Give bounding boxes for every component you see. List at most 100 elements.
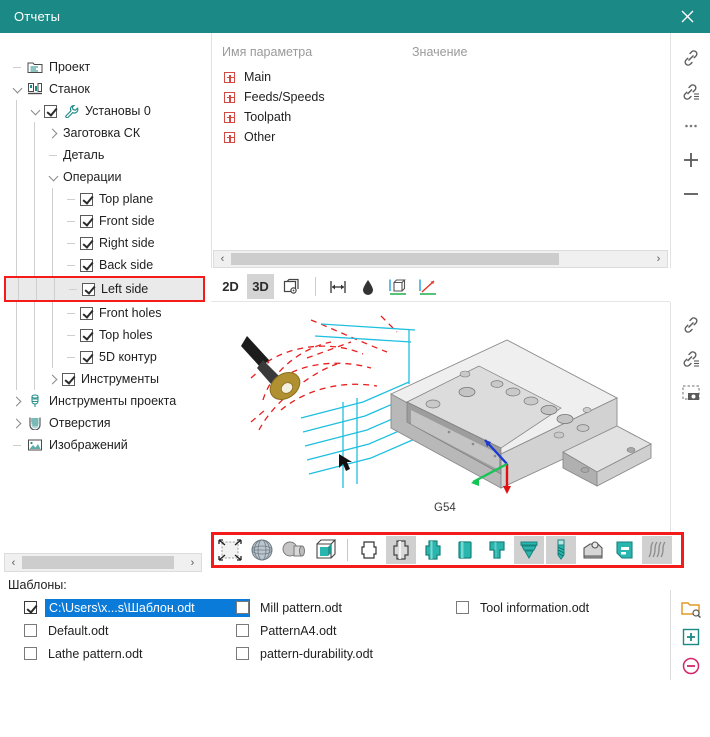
cube-solid-icon[interactable] — [311, 536, 341, 564]
parameter-row[interactable]: Main — [212, 67, 670, 87]
hatch-pattern-icon[interactable] — [642, 536, 672, 564]
tool-teal-icon[interactable] — [418, 536, 448, 564]
stock-wireframe-icon[interactable] — [215, 536, 245, 564]
view-2d-button[interactable]: 2D — [217, 274, 244, 299]
tree-item-операции[interactable]: Операции — [0, 166, 211, 188]
templates-list[interactable]: C:\Users\x...s\Шаблон.odtDefault.odtLath… — [8, 596, 663, 674]
view-coolant-drop-icon[interactable] — [354, 274, 381, 299]
model-viewport[interactable]: G54 — [211, 302, 670, 532]
tree-item-checkbox[interactable] — [44, 105, 57, 118]
tree-item-checkbox[interactable] — [80, 329, 93, 342]
machine-table-icon[interactable] — [610, 536, 640, 564]
tree-expander[interactable] — [44, 173, 62, 182]
add-plus-icon[interactable] — [675, 143, 707, 177]
tree-expander[interactable] — [44, 375, 62, 384]
template-checkbox[interactable] — [24, 624, 37, 637]
tree-item-checkbox[interactable] — [80, 307, 93, 320]
template-list-item[interactable]: pattern-durability.odt — [236, 642, 446, 665]
param-scroll-right-arrow[interactable]: › — [650, 251, 667, 267]
tree-expander[interactable] — [26, 107, 44, 116]
globe-mesh-icon[interactable] — [247, 536, 277, 564]
tree-item-инструменты[interactable]: Инструменты — [0, 368, 211, 390]
template-checkbox[interactable] — [24, 601, 37, 614]
template-list-item[interactable]: Tool information.odt — [456, 596, 666, 619]
tree-expander[interactable] — [8, 85, 26, 94]
template-list-item[interactable]: Lathe pattern.odt — [24, 642, 234, 665]
tree-horizontal-scrollbar[interactable]: ‹ › — [4, 553, 202, 572]
solid-shapes-icon[interactable] — [279, 536, 309, 564]
template-list-item[interactable]: PatternA4.odt — [236, 619, 446, 642]
add-template-icon[interactable] — [676, 623, 706, 652]
tool-taper-icon[interactable] — [482, 536, 512, 564]
tree-item-top-plane[interactable]: Top plane — [0, 188, 211, 210]
link-list-icon[interactable] — [675, 342, 707, 376]
tool-cylinder-icon[interactable] — [450, 536, 480, 564]
tree-item-right-side[interactable]: Right side — [0, 232, 211, 254]
template-checkbox[interactable] — [456, 601, 469, 614]
tree-item-заготовка-ск[interactable]: Заготовка СК — [0, 122, 211, 144]
tree-item-изображений[interactable]: Изображений — [0, 434, 211, 456]
tree-item-инструменты-проекта[interactable]: Инструменты проекта — [0, 390, 211, 412]
tree-item-top-holes[interactable]: Top holes — [0, 324, 211, 346]
view-3d-button[interactable]: 3D — [247, 274, 274, 299]
remove-minus-icon[interactable] — [675, 177, 707, 211]
tree-item-checkbox[interactable] — [62, 373, 75, 386]
tree-item-checkbox[interactable] — [80, 237, 93, 250]
tree-item-checkbox[interactable] — [80, 215, 93, 228]
project-tree-panel[interactable]: ПроектСтанокУстановы 0Заготовка СКДеталь… — [0, 33, 211, 551]
tree-scroll-left-arrow[interactable]: ‹ — [5, 554, 22, 571]
tool-stepped-icon[interactable] — [514, 536, 544, 564]
close-window-button[interactable] — [664, 0, 710, 33]
param-scroll-thumb[interactable] — [231, 253, 559, 265]
parameter-row[interactable]: Toolpath — [212, 107, 670, 127]
tool-shaded-icon[interactable] — [386, 536, 416, 564]
snapshot-icon[interactable] — [675, 376, 707, 410]
template-list-item[interactable]: C:\Users\x...s\Шаблон.odt — [24, 596, 234, 619]
tree-scroll-track[interactable] — [22, 554, 184, 571]
tree-item-установы-0[interactable]: Установы 0 — [0, 100, 211, 122]
link-icon[interactable] — [675, 41, 707, 75]
expand-plus-icon[interactable] — [224, 132, 235, 143]
tree-item-checkbox[interactable] — [80, 259, 93, 272]
tree-item-checkbox[interactable] — [82, 283, 95, 296]
expand-plus-icon[interactable] — [224, 72, 235, 83]
parameters-horizontal-scrollbar[interactable]: ‹ › — [213, 250, 668, 268]
tree-expander[interactable] — [8, 419, 26, 428]
param-scroll-left-arrow[interactable]: ‹ — [214, 251, 231, 267]
view-box-icon[interactable] — [384, 274, 411, 299]
template-checkbox[interactable] — [236, 624, 249, 637]
tree-expander[interactable] — [44, 129, 62, 138]
fixture-icon[interactable] — [578, 536, 608, 564]
tree-item-checkbox[interactable] — [80, 351, 93, 364]
remove-template-icon[interactable] — [676, 651, 706, 680]
drill-bit-icon[interactable] — [546, 536, 576, 564]
more-dots-icon[interactable] — [675, 109, 707, 143]
template-checkbox[interactable] — [24, 647, 37, 660]
template-list-item[interactable]: Default.odt — [24, 619, 234, 642]
tree-item-front-side[interactable]: Front side — [0, 210, 211, 232]
tree-item-проект[interactable]: Проект — [0, 56, 211, 78]
tree-item-front-holes[interactable]: Front holes — [0, 302, 211, 324]
template-checkbox[interactable] — [236, 601, 249, 614]
tree-item-left-side[interactable]: Left side — [4, 276, 205, 302]
view-measure-width-icon[interactable] — [324, 274, 351, 299]
template-checkbox[interactable] — [236, 647, 249, 660]
tool-outline-icon[interactable] — [354, 536, 384, 564]
tree-scroll-thumb[interactable] — [22, 556, 174, 569]
template-list-item[interactable]: Mill pattern.odt — [236, 596, 446, 619]
browse-folder-icon[interactable] — [676, 594, 706, 623]
tree-scroll-right-arrow[interactable]: › — [184, 554, 201, 571]
view-preview-icon[interactable] — [277, 274, 304, 299]
expand-plus-icon[interactable] — [224, 92, 235, 103]
tree-item-деталь[interactable]: Деталь — [0, 144, 211, 166]
link-list-icon[interactable] — [675, 75, 707, 109]
expand-plus-icon[interactable] — [224, 112, 235, 123]
param-scroll-track[interactable] — [231, 251, 650, 267]
parameter-row[interactable]: Other — [212, 127, 670, 147]
tree-item-5d-контур[interactable]: 5D контур — [0, 346, 211, 368]
link-icon[interactable] — [675, 308, 707, 342]
tree-item-checkbox[interactable] — [80, 193, 93, 206]
view-axes-icon[interactable] — [414, 274, 441, 299]
tree-item-станок[interactable]: Станок — [0, 78, 211, 100]
tree-expander[interactable] — [8, 397, 26, 406]
